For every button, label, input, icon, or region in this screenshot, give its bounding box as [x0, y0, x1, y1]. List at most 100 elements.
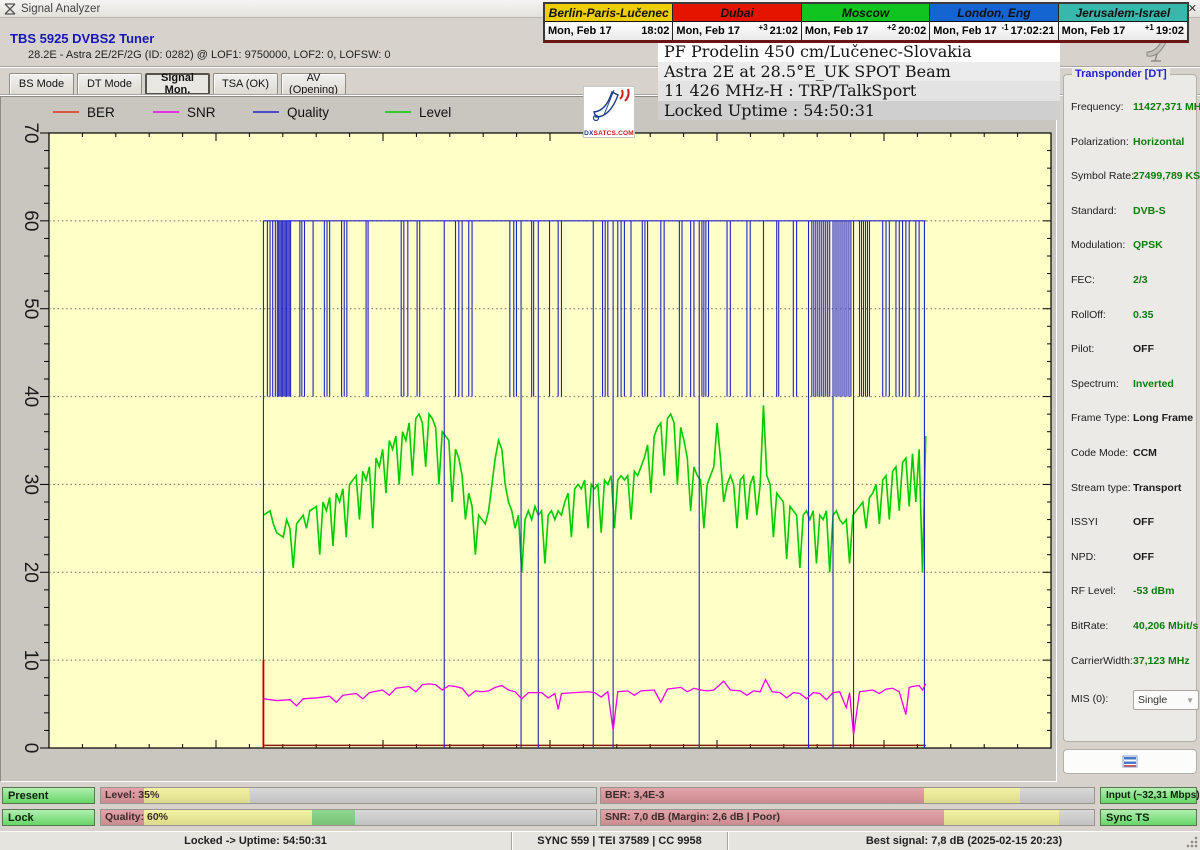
list-icon: [1122, 755, 1138, 768]
tp-value: 40,206 Mbit/s: [1133, 620, 1198, 634]
clock-city: Dubai: [673, 4, 800, 22]
tp-value: 11427,371 MHz: [1133, 101, 1200, 115]
gauge-segment: [944, 810, 1060, 825]
tp-value: Long Frame: [1133, 412, 1193, 426]
tab-bs-mode[interactable]: BS Mode: [9, 73, 74, 95]
app-icon: [4, 3, 16, 15]
tp-value: Transport: [1133, 482, 1181, 496]
tab-tsa[interactable]: TSA (OK): [213, 73, 278, 95]
tp-label: Code Mode:: [1071, 447, 1133, 461]
world-clocks: Berlin-Paris-Lučenec Mon, Feb 17 18:02 Duba…: [543, 2, 1189, 43]
tp-value: QPSK: [1133, 239, 1163, 253]
chevron-down-icon: ▼: [1186, 696, 1194, 705]
tp-value: OFF: [1133, 516, 1154, 530]
transponder-extra-button[interactable]: [1063, 749, 1197, 774]
tp-value: Horizontal: [1133, 136, 1184, 150]
transponder-row: Pilot:OFF: [1071, 343, 1191, 357]
clock-city: Berlin-Paris-Lučenec: [545, 4, 672, 22]
dxsatcs-logo: DXSATCS.COM: [583, 86, 635, 138]
transponder-row: BitRate:40,206 Mbit/s: [1071, 620, 1191, 634]
annotation-line: Locked Uptime : 54:50:31: [658, 101, 1060, 121]
clock-time: 19:02: [1156, 25, 1184, 37]
tp-label: Symbol Rate:: [1071, 170, 1133, 184]
gauge-segment: [250, 788, 597, 803]
tp-value: OFF: [1133, 551, 1154, 565]
tp-value: 27499,789 KS/s: [1133, 170, 1200, 184]
transponder-row: CarrierWidth:37,123 MHz: [1071, 655, 1191, 669]
tp-label: Frame Type:: [1071, 412, 1133, 426]
input-badge: Input (~32,31 Mbps): [1100, 787, 1197, 804]
y-tick-label: 10: [20, 650, 41, 671]
y-tick-label: 70: [20, 122, 41, 143]
sync-ts-badge: Sync TS: [1100, 809, 1197, 826]
transponder-row: Spectrum:Inverted: [1071, 378, 1191, 392]
status-bar: Locked -> Uptime: 54:50:31 SYNC 559 | TE…: [0, 831, 1200, 850]
clock-date: Mon, Feb 17: [805, 25, 869, 37]
close-icon[interactable]: ✕: [1188, 2, 1197, 15]
clock-time: 18:02: [641, 25, 669, 37]
ber-gauge-label: BER: 3,4E-3: [605, 789, 665, 801]
gauge-segment: [924, 788, 1020, 803]
transponder-row: RF Level:-53 dBm: [1071, 585, 1191, 599]
tp-label: FEC:: [1071, 274, 1133, 288]
transponder-row: Code Mode:CCM: [1071, 447, 1191, 461]
gauge-segment: [355, 810, 596, 825]
clock-time: 17:02:21: [1011, 25, 1055, 37]
tuner-title: TBS 5925 DVBS2 Tuner: [10, 31, 154, 46]
signal-chart: 010203040506070BERSNRQualityLevel: [0, 96, 1057, 782]
legend-label: Quality: [287, 105, 329, 120]
clock-date: Mon, Feb 17: [1062, 25, 1126, 37]
y-tick-label: 60: [20, 210, 41, 231]
y-tick-label: 20: [20, 562, 41, 583]
tp-label: Frequency:: [1071, 101, 1133, 115]
transponder-row: FEC:2/3: [1071, 274, 1191, 288]
resize-grip[interactable]: [1186, 836, 1198, 848]
clock-dubai: DubaiMon, Feb 17+321:02: [673, 4, 801, 40]
tp-label: Stream type:: [1071, 482, 1133, 496]
tp-value: CCM: [1133, 447, 1157, 461]
annotation-line: Astra 2E at 28.5°E_UK SPOT Beam: [658, 62, 1060, 82]
clock-city: London, Eng: [930, 4, 1057, 22]
window-title: Signal Analyzer: [21, 3, 100, 15]
clock-jerusalem-israel: Jerusalem-IsraelMon, Feb 17+119:02: [1059, 4, 1187, 40]
tp-label: RollOff:: [1071, 309, 1133, 323]
mis-dropdown[interactable]: Single▼: [1133, 690, 1199, 710]
tab-dt-mode[interactable]: DT Mode: [77, 73, 142, 95]
tp-value: 2/3: [1133, 274, 1148, 288]
transponder-row: RollOff:0.35: [1071, 309, 1191, 323]
tp-value: Inverted: [1133, 378, 1174, 392]
tab-av[interactable]: AV (Opening): [281, 73, 346, 95]
annotation-overlay: PF Prodelin 450 cm/Lučenec-Slovakia Astr…: [658, 42, 1060, 120]
status-uptime: Locked -> Uptime: 54:50:31: [0, 832, 512, 850]
clock-moscow: MoscowMon, Feb 17+220:02: [802, 4, 930, 40]
y-tick-label: 50: [20, 298, 41, 319]
tp-value: 37,123 MHz: [1133, 655, 1190, 669]
transponder-row: Symbol Rate:27499,789 KS/s: [1071, 170, 1191, 184]
chart-canvas: 010203040506070BERSNRQualityLevel: [1, 97, 1056, 781]
lock-indicator: Lock: [2, 809, 95, 826]
present-indicator: Present: [2, 787, 95, 804]
clock-utc-offset: -1: [1001, 23, 1008, 32]
legend-label: BER: [87, 105, 115, 120]
transponder-panel: Transponder [DT] Frequency:11427,371 MHz…: [1063, 74, 1197, 742]
logo-dish-icon: [584, 87, 634, 125]
tab-signal-mon[interactable]: Signal Mon.: [145, 73, 210, 95]
tp-value: -53 dBm: [1133, 585, 1174, 599]
signal-analyzer-window: { "window": { "title": "Signal Analyzer"…: [0, 0, 1200, 850]
legend-label: SNR: [187, 105, 216, 120]
level-gauge-label: Level: 35%: [105, 789, 159, 801]
tp-label: Polarization:: [1071, 136, 1133, 150]
clock-utc-offset: +3: [759, 23, 768, 32]
clock-date: Mon, Feb 17: [548, 25, 612, 37]
transponder-row: Frame Type:Long Frame: [1071, 412, 1191, 426]
y-tick-label: 30: [20, 474, 41, 495]
clock-utc-offset: +2: [887, 23, 896, 32]
tp-label: Standard:: [1071, 205, 1133, 219]
transponder-row: Stream type:Transport: [1071, 482, 1191, 496]
tp-label: ISSYI: [1071, 516, 1133, 530]
transponder-row: Standard:DVB-S: [1071, 205, 1191, 219]
transponder-row: NPD:OFF: [1071, 551, 1191, 565]
gauge-segment: [1020, 788, 1094, 803]
transponder-title: Transponder [DT]: [1072, 68, 1170, 80]
y-tick-label: 40: [20, 386, 41, 407]
